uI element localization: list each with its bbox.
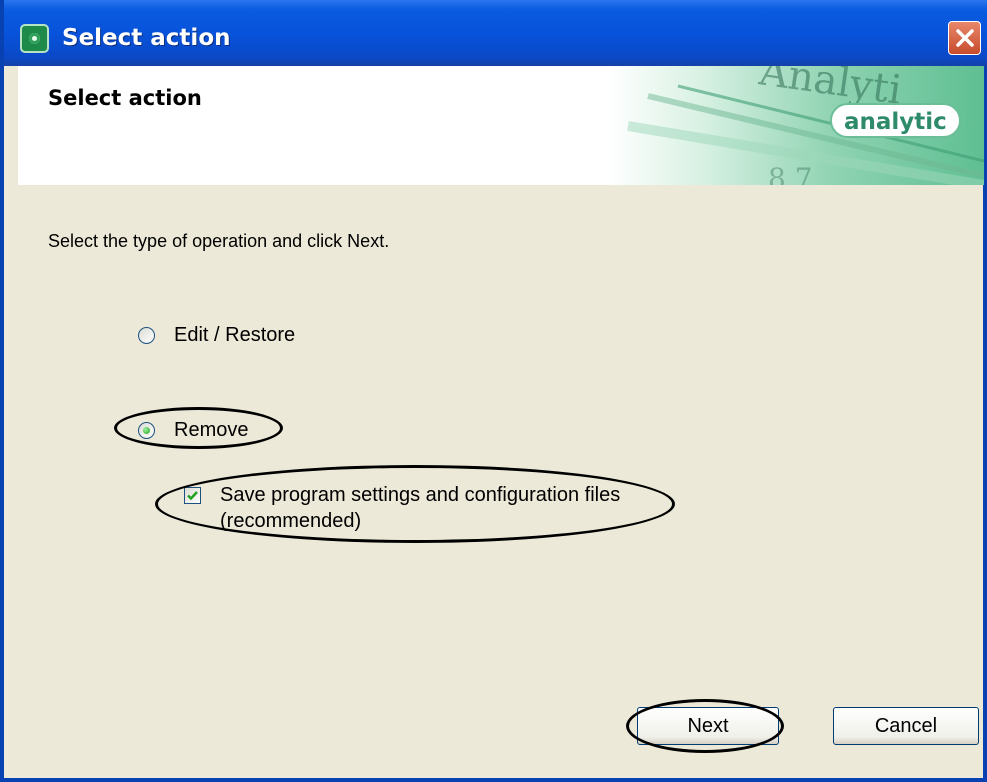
save-settings-label-line2: (recommended) [220, 510, 362, 532]
cancel-button[interactable]: Cancel [833, 707, 979, 745]
window-title: Select action [62, 25, 231, 51]
close-icon [956, 29, 974, 47]
wizard-content: Select the type of operation and click N… [18, 185, 984, 778]
brand-logo: analytic [830, 103, 961, 138]
remove-label: Remove [174, 419, 249, 441]
checkmark-icon [187, 491, 198, 501]
title-bar[interactable]: Select action [4, 0, 987, 66]
next-button[interactable]: Next [637, 707, 779, 745]
save-settings-label-line1: Save program settings and configuration … [220, 484, 621, 506]
edit-restore-label: Edit / Restore [174, 324, 296, 346]
edit-restore-radio[interactable] [138, 327, 155, 344]
instruction-text: Select the type of operation and click N… [48, 231, 390, 251]
remove-radio[interactable] [138, 422, 155, 439]
svg-text:8 7: 8 7 [768, 162, 813, 185]
dialog-window: Select action Select action Analyti 8 7 … [0, 0, 987, 782]
app-icon [20, 24, 49, 53]
wizard-header: Select action Analyti 8 7 analytic [18, 66, 984, 185]
save-settings-checkbox[interactable] [184, 487, 201, 504]
close-button[interactable] [948, 21, 981, 55]
page-title: Select action [48, 86, 202, 110]
